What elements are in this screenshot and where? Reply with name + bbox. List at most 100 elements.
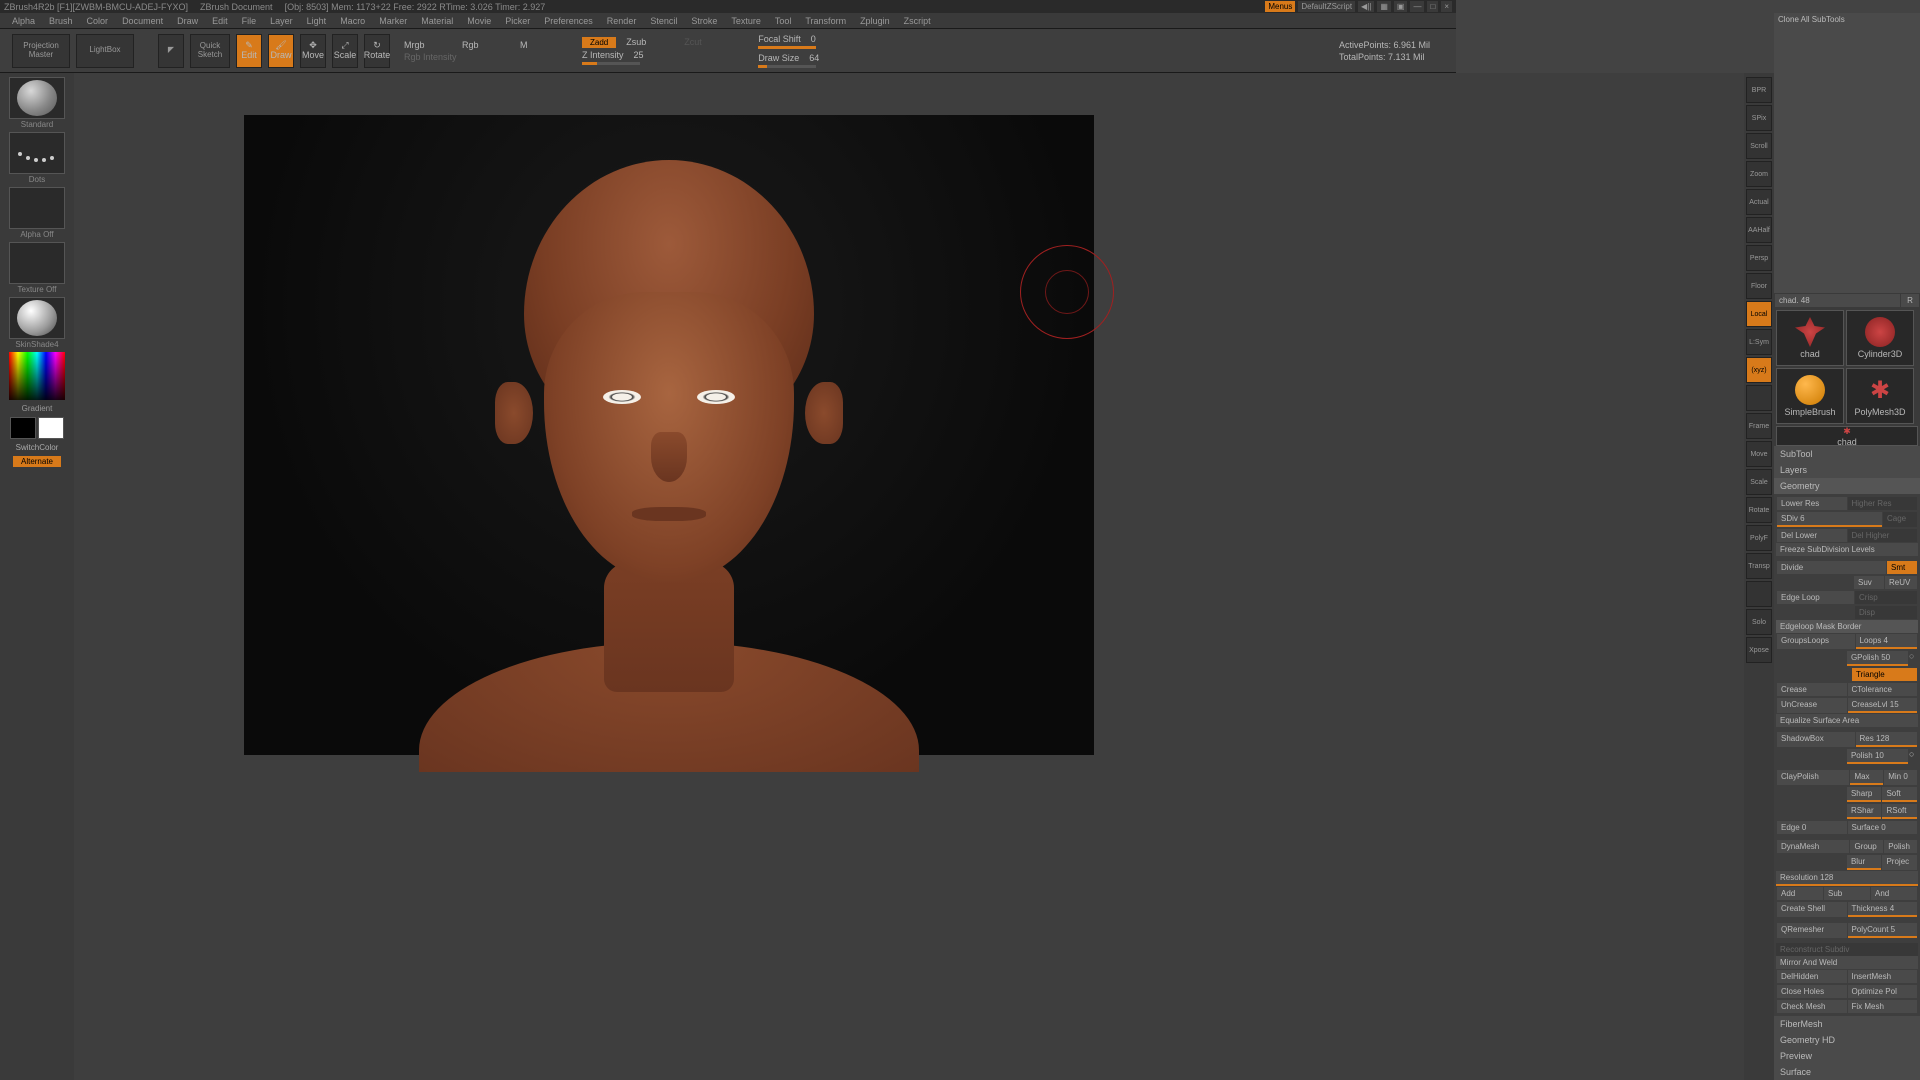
max-slider[interactable]: Max xyxy=(1850,770,1883,785)
resolution-slider[interactable]: Resolution 128 xyxy=(1776,871,1918,886)
fibermesh-header[interactable]: FiberMesh xyxy=(1774,1016,1920,1032)
rtool-scale[interactable]: Scale xyxy=(1746,469,1772,495)
checkmesh-button[interactable]: Check Mesh xyxy=(1777,1000,1847,1013)
dynamesh-button[interactable]: DynaMesh xyxy=(1777,840,1849,853)
rtool-persp[interactable]: Persp xyxy=(1746,245,1772,271)
brush-thumbnail[interactable] xyxy=(9,77,65,119)
add-button[interactable]: Add xyxy=(1777,887,1823,900)
rsoft-slider[interactable]: RSoft xyxy=(1882,804,1917,819)
equalize-surface-button[interactable]: Equalize Surface Area xyxy=(1776,714,1918,727)
maximize-icon[interactable]: □ xyxy=(1427,1,1438,12)
min-slider[interactable]: Min 0 xyxy=(1884,770,1917,785)
menu-stencil[interactable]: Stencil xyxy=(650,16,677,26)
menu-render[interactable]: Render xyxy=(607,16,637,26)
gpolish-slider[interactable]: GPolish 50 xyxy=(1847,651,1908,666)
alternate-button[interactable]: Alternate xyxy=(13,456,61,467)
rtool-xpose[interactable]: Xpose xyxy=(1746,637,1772,663)
divide-button[interactable]: Divide xyxy=(1777,561,1886,574)
fixmesh-button[interactable]: Fix Mesh xyxy=(1848,1000,1918,1013)
sdiv-slider[interactable]: SDiv 6 xyxy=(1777,512,1882,527)
cage-button[interactable]: Cage xyxy=(1883,512,1917,527)
rtool-l:sym[interactable]: L:Sym xyxy=(1746,329,1772,355)
soft-slider[interactable]: Soft xyxy=(1882,787,1917,802)
crease-button[interactable]: Crease xyxy=(1777,683,1847,696)
tool-name-label[interactable]: chad. 48 xyxy=(1775,294,1900,307)
titlebar-icon3[interactable]: ▣ xyxy=(1394,1,1408,12)
rshar-slider[interactable]: RShar xyxy=(1847,804,1882,819)
menu-light[interactable]: Light xyxy=(307,16,327,26)
rtool-zoom[interactable]: Zoom xyxy=(1746,161,1772,187)
rtool-aahalf[interactable]: AAHalf xyxy=(1746,217,1772,243)
draw-button[interactable]: 🖌Draw xyxy=(268,34,294,68)
freeze-subdiv-button[interactable]: Freeze SubDivision Levels xyxy=(1776,543,1918,556)
rotate-button[interactable]: ↻Rotate xyxy=(364,34,390,68)
menu-marker[interactable]: Marker xyxy=(379,16,407,26)
menu-layer[interactable]: Layer xyxy=(270,16,293,26)
preview-header[interactable]: Preview xyxy=(1774,1048,1920,1064)
menu-picker[interactable]: Picker xyxy=(505,16,530,26)
delhidden-button[interactable]: DelHidden xyxy=(1777,970,1847,983)
titlebar-icon2[interactable]: ▦ xyxy=(1377,1,1391,12)
surface-slider[interactable]: Surface 0 xyxy=(1848,821,1918,834)
thumb-small-chad[interactable]: ✱ chad xyxy=(1776,426,1918,446)
edgeloop-button[interactable]: Edge Loop xyxy=(1777,591,1854,604)
gradient-label[interactable]: Gradient xyxy=(20,402,55,415)
crisp-button[interactable]: Crisp xyxy=(1855,591,1917,604)
zcut-button[interactable]: Zcut xyxy=(684,37,732,48)
del-lower-button[interactable]: Del Lower xyxy=(1777,529,1847,542)
surface-header[interactable]: Surface xyxy=(1774,1064,1920,1080)
material-thumbnail[interactable] xyxy=(9,297,65,339)
m-button[interactable]: M xyxy=(520,40,568,50)
layers-header[interactable]: Layers xyxy=(1774,462,1920,478)
menu-alpha[interactable]: Alpha xyxy=(12,16,35,26)
menu-preferences[interactable]: Preferences xyxy=(544,16,593,26)
focal-shift-slider[interactable] xyxy=(758,46,816,49)
rtool-solo[interactable]: Solo xyxy=(1746,609,1772,635)
uncrease-button[interactable]: UnCrease xyxy=(1777,698,1847,713)
creaselvl-slider[interactable]: CreaseLvl 15 xyxy=(1848,698,1918,713)
rtool-transp[interactable]: Transp xyxy=(1746,553,1772,579)
menus-button[interactable]: Menus xyxy=(1265,1,1295,12)
rtool-scroll[interactable]: Scroll xyxy=(1746,133,1772,159)
close-icon[interactable]: × xyxy=(1441,1,1452,12)
closeholes-button[interactable]: Close Holes xyxy=(1777,985,1847,998)
create-shell-button[interactable]: Create Shell xyxy=(1777,902,1847,917)
shadowbox-res-slider[interactable]: Res 128 xyxy=(1856,732,1917,747)
viewport[interactable] xyxy=(244,115,1094,755)
menu-brush[interactable]: Brush xyxy=(49,16,73,26)
menu-movie[interactable]: Movie xyxy=(467,16,491,26)
edge-slider[interactable]: Edge 0 xyxy=(1777,821,1847,834)
loops-slider[interactable]: Loops 4 xyxy=(1856,634,1917,649)
menu-draw[interactable]: Draw xyxy=(177,16,198,26)
higher-res-button[interactable]: Higher Res xyxy=(1848,497,1918,510)
menu-zscript[interactable]: Zscript xyxy=(904,16,931,26)
blur-slider[interactable]: Blur xyxy=(1847,855,1882,870)
geometryhd-header[interactable]: Geometry HD xyxy=(1774,1032,1920,1048)
menu-transform[interactable]: Transform xyxy=(805,16,846,26)
zsub-button[interactable]: Zsub xyxy=(626,37,674,48)
ctolerance-button[interactable]: CTolerance xyxy=(1848,683,1918,696)
sub-button[interactable]: Sub xyxy=(1824,887,1870,900)
draw-size-slider[interactable] xyxy=(758,65,816,68)
thumb-chad[interactable]: chad xyxy=(1776,310,1844,366)
r-button[interactable]: R xyxy=(1901,294,1919,307)
stroke-thumbnail[interactable] xyxy=(9,132,65,174)
edit-button[interactable]: ✎Edit xyxy=(236,34,262,68)
smt-button[interactable]: Smt xyxy=(1887,561,1917,574)
menu-file[interactable]: File xyxy=(242,16,257,26)
rtool-rotate[interactable]: Rotate xyxy=(1746,497,1772,523)
polycount-slider[interactable]: PolyCount 5 xyxy=(1848,923,1918,938)
qremesher-button[interactable]: QRemesher xyxy=(1777,923,1847,938)
lightbox-button[interactable]: LightBox xyxy=(76,34,134,68)
triangle-button[interactable]: Triangle xyxy=(1852,668,1917,681)
rtool-polyf[interactable]: PolyF xyxy=(1746,525,1772,551)
menu-document[interactable]: Document xyxy=(122,16,163,26)
clone-subtools-button[interactable]: Clone All SubTools xyxy=(1774,13,1920,293)
mirror-weld-button[interactable]: Mirror And Weld xyxy=(1776,956,1918,969)
insertmesh-button[interactable]: InsertMesh xyxy=(1848,970,1918,983)
rtool-blank[interactable] xyxy=(1746,581,1772,607)
menu-tool[interactable]: Tool xyxy=(775,16,792,26)
lower-res-button[interactable]: Lower Res xyxy=(1777,497,1847,510)
del-higher-button[interactable]: Del Higher xyxy=(1848,529,1918,542)
menu-color[interactable]: Color xyxy=(87,16,109,26)
